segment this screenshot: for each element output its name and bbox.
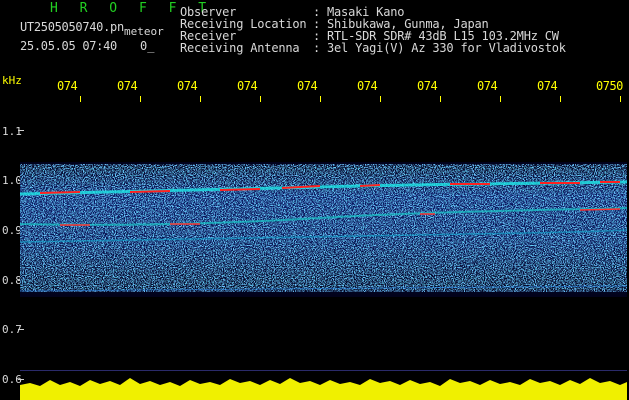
filename-label: UT2505050740.pn [20,20,124,34]
date-time-label: 25.05.05 07:40 [20,39,117,53]
time-label: 074 [177,79,198,93]
antenna-value: 3el Yagi(V) Az 330 for Vladivostok [327,41,566,55]
antenna-colon: : [313,41,321,55]
spectrogram-plot [20,162,627,400]
meteor-count: 0_ [140,39,155,53]
bottom-spectrum [20,378,627,400]
y-label-1-1: 1.1 [2,125,22,138]
time-label: 074 [117,79,138,93]
meteor-label: meteor [124,25,164,38]
time-label: 074 [477,79,498,93]
antenna-label: Receiving Antenna [180,41,300,55]
time-label: 074 [57,79,78,93]
time-label: 074 [537,79,558,93]
y-axis-unit: kHz [2,74,22,87]
time-label: 0750 [596,79,623,93]
time-label: 074 [357,79,378,93]
time-label: 074 [237,79,258,93]
time-label: 074 [417,79,438,93]
plot-baseline [20,370,627,371]
time-label: 074 [297,79,318,93]
